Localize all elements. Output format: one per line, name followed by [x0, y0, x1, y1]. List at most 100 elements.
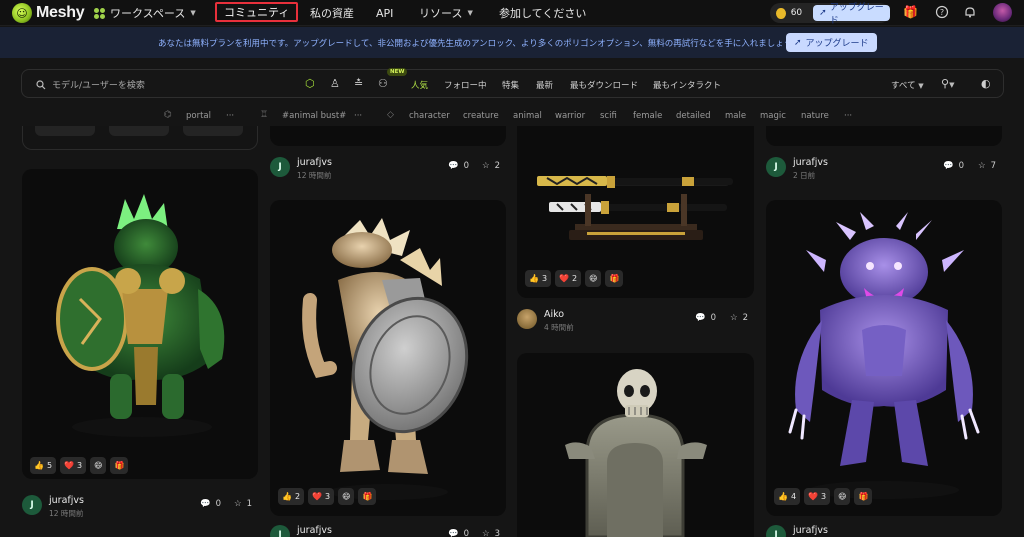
- nav-resources-label: リソース: [419, 7, 463, 20]
- avatar[interactable]: J: [766, 157, 786, 177]
- user-avatar[interactable]: [993, 3, 1012, 22]
- tag-warrior[interactable]: warrior: [555, 111, 585, 121]
- upgrade-button-top[interactable]: ➚ アップグレード: [813, 3, 890, 26]
- upgrade-label: アップグレード: [829, 3, 884, 26]
- model-card-partial-4[interactable]: [766, 126, 1002, 146]
- nav-workspace[interactable]: ワークスペース ▼: [94, 4, 196, 22]
- tag-animal-bust[interactable]: #animal bust#: [282, 111, 346, 121]
- ruler-icon[interactable]: ≛: [354, 77, 363, 90]
- tag-scifi[interactable]: scifi: [600, 111, 617, 121]
- heart-reaction[interactable]: ❤️ 3: [308, 488, 335, 505]
- meshy-logo[interactable]: ☺ Meshy: [12, 3, 85, 23]
- model-card-partial-2[interactable]: [270, 126, 506, 146]
- bell-icon[interactable]: [963, 5, 977, 19]
- tag-detailed[interactable]: detailed: [676, 111, 711, 121]
- tab-popular[interactable]: 人気: [411, 79, 428, 91]
- card-meta-col2-top: J jurafjvs 12 時間前 💬 0 ☆ 2: [270, 155, 506, 185]
- tag-creature[interactable]: creature: [463, 111, 499, 121]
- like-reaction[interactable]: 👍 5: [30, 457, 57, 474]
- star-stat[interactable]: ☆ 1: [234, 499, 252, 509]
- tab-featured[interactable]: 特集: [502, 79, 519, 91]
- username[interactable]: jurafjvs: [793, 157, 828, 168]
- like-reaction[interactable]: 👍 2: [278, 488, 305, 505]
- tag-character[interactable]: character: [409, 111, 450, 121]
- chevron-down-icon: ▼: [918, 82, 924, 90]
- smile-reaction[interactable]: 😄: [90, 457, 107, 474]
- tab-most-downloaded[interactable]: 最もダウンロード: [570, 79, 638, 91]
- avatar[interactable]: J: [766, 525, 786, 537]
- model-card-tombstone[interactable]: [517, 353, 754, 537]
- nav-api[interactable]: API: [376, 4, 393, 22]
- star-stat[interactable]: ☆ 2: [482, 161, 500, 171]
- card-meta-dragon-warrior: J jurafjvs 💬 0 ☆ 3: [270, 523, 506, 537]
- model-card-green-beast[interactable]: 👍 5 ❤️ 3 😄 🎁: [22, 169, 258, 479]
- tab-most-interacted[interactable]: 最もインタラクト: [653, 79, 721, 91]
- theme-toggle-icon[interactable]: ◐: [981, 77, 991, 90]
- star-stat[interactable]: ☆ 2: [730, 313, 748, 323]
- gift-icon[interactable]: 🎁: [903, 5, 918, 19]
- tag-magic[interactable]: magic: [760, 111, 786, 121]
- comment-stat[interactable]: 💬 0: [943, 161, 964, 171]
- model-card-dragon-warrior[interactable]: 👍 2 ❤️ 3 😄 🎁: [270, 200, 506, 516]
- username[interactable]: jurafjvs: [793, 525, 828, 536]
- filter-icon[interactable]: ⚲▼: [941, 77, 954, 90]
- tag-more-3[interactable]: ···: [844, 111, 852, 121]
- search-placeholder: モデル/ユーザーを検索: [52, 81, 145, 91]
- tag-portal[interactable]: portal: [186, 111, 211, 121]
- person-icon[interactable]: ♙: [330, 77, 340, 90]
- cube-icon[interactable]: ⬡: [305, 77, 315, 90]
- star-stat[interactable]: ☆ 7: [978, 161, 996, 171]
- nodes-icon[interactable]: ⚇: [378, 77, 388, 90]
- comment-stat[interactable]: 💬 0: [448, 161, 469, 171]
- tag-animal[interactable]: animal: [513, 111, 542, 121]
- avatar[interactable]: J: [270, 525, 290, 537]
- heart-reaction[interactable]: ❤️ 3: [804, 488, 831, 505]
- comment-stat[interactable]: 💬 0: [200, 499, 221, 509]
- tag-nature[interactable]: nature: [801, 111, 829, 121]
- gift-reaction[interactable]: 🎁: [605, 270, 624, 287]
- credit-display[interactable]: 60 ➚ アップグレード: [770, 3, 890, 26]
- username[interactable]: jurafjvs: [297, 525, 332, 536]
- username[interactable]: Aiko: [544, 309, 564, 320]
- trophy-icon: ♖: [260, 110, 269, 120]
- comment-stat[interactable]: 💬 0: [448, 529, 469, 537]
- model-card-partial[interactable]: [22, 126, 258, 150]
- banner-upgrade-button[interactable]: ➚ アップグレード: [786, 33, 877, 52]
- heart-reaction[interactable]: ❤️ 2: [555, 270, 582, 287]
- avatar[interactable]: J: [22, 495, 42, 515]
- nav-join[interactable]: 参加してください: [499, 4, 586, 22]
- like-reaction[interactable]: 👍 4: [774, 488, 801, 505]
- gift-reaction[interactable]: 🎁: [358, 488, 377, 505]
- avatar[interactable]: [517, 309, 537, 329]
- username[interactable]: jurafjvs: [49, 495, 84, 506]
- tag-more-2[interactable]: ···: [354, 111, 362, 121]
- nav-my-assets[interactable]: 私の資産: [310, 4, 354, 22]
- gift-reaction[interactable]: 🎁: [854, 488, 873, 505]
- tab-following[interactable]: フォロー中: [444, 79, 487, 91]
- gift-reaction[interactable]: 🎁: [110, 457, 129, 474]
- nav-community[interactable]: コミュニティ: [215, 2, 299, 22]
- tag-more-1[interactable]: ···: [226, 111, 234, 121]
- like-reaction[interactable]: 👍 3: [525, 270, 552, 287]
- tag-male[interactable]: male: [725, 111, 746, 121]
- tag-female[interactable]: female: [633, 111, 662, 121]
- comment-count: 0: [463, 529, 470, 537]
- model-card-katana[interactable]: 👍 3 ❤️ 2 😄 🎁: [517, 126, 754, 298]
- all-select[interactable]: すべて ▼: [891, 79, 924, 91]
- smile-reaction[interactable]: 😄: [585, 270, 602, 287]
- search-field[interactable]: モデル/ユーザーを検索: [36, 78, 145, 91]
- smile-reaction[interactable]: 😄: [338, 488, 355, 505]
- tab-latest[interactable]: 最新: [536, 79, 553, 91]
- comment-icon: 💬: [695, 313, 706, 323]
- nav-resources[interactable]: リソース ▼: [419, 4, 473, 22]
- comment-stat[interactable]: 💬 0: [695, 313, 716, 323]
- smile-reaction[interactable]: 😄: [834, 488, 851, 505]
- avatar[interactable]: J: [270, 157, 290, 177]
- help-icon[interactable]: ?: [935, 5, 949, 19]
- smile-icon: 😄: [342, 492, 351, 501]
- star-stat[interactable]: ☆ 3: [482, 529, 500, 537]
- heart-count: 2: [572, 274, 578, 283]
- heart-reaction[interactable]: ❤️ 3: [60, 457, 87, 474]
- username[interactable]: jurafjvs: [297, 157, 332, 168]
- model-card-purple-demon[interactable]: 👍 4 ❤️ 3 😄 🎁: [766, 200, 1002, 516]
